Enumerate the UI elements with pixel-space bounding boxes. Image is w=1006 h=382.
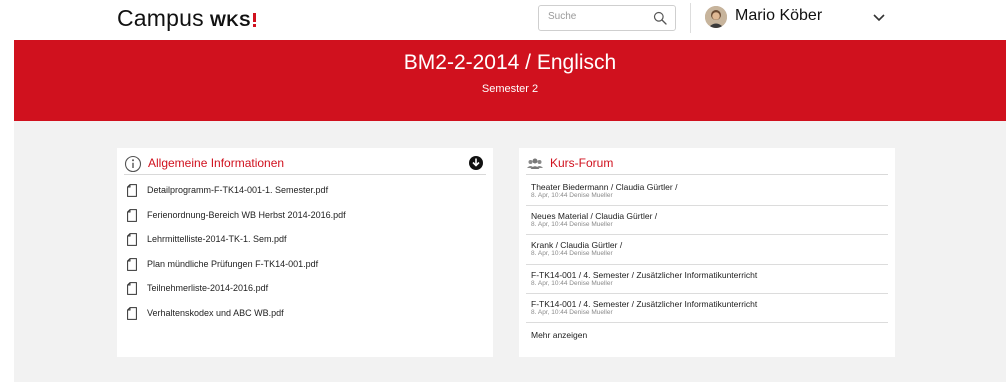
forum-post[interactable]: Krank / Claudia Gürtler / 8. Apr, 10:44 … — [526, 235, 888, 265]
file-item[interactable]: Detailprogramm-F-TK14-001-1. Semester.pd… — [127, 183, 483, 208]
file-name[interactable]: Verhaltenskodex und ABC WB.pdf — [147, 308, 284, 318]
post-meta: 8. Apr, 10:44 Denise Mueller — [531, 279, 613, 287]
users-icon — [527, 158, 543, 169]
info-card-title: Allgemeine Informationen — [148, 156, 285, 170]
file-name[interactable]: Plan mündliche Prüfungen F-TK14-001.pdf — [147, 259, 318, 269]
file-name[interactable]: Detailprogramm-F-TK14-001-1. Semester.pd… — [147, 185, 328, 195]
search-box[interactable] — [538, 5, 676, 31]
file-name[interactable]: Lehrmittelliste-2014-TK-1. Sem.pdf — [147, 234, 287, 244]
post-title[interactable]: Krank / Claudia Gürtler / — [531, 240, 622, 250]
file-icon — [127, 233, 137, 246]
post-title[interactable]: F-TK14-001 / 4. Semester / Zusätzlicher … — [531, 270, 757, 280]
file-item[interactable]: Verhaltenskodex und ABC WB.pdf — [127, 306, 483, 331]
avatar[interactable] — [705, 6, 727, 28]
file-name[interactable]: Teilnehmerliste-2014-2016.pdf — [147, 283, 268, 293]
show-more-link[interactable]: Mehr anzeigen — [531, 330, 587, 340]
post-meta: 8. Apr, 10:44 Denise Mueller — [531, 308, 613, 316]
avatar-image — [705, 6, 727, 28]
forum-post-list: Theater Biedermann / Claudia Gürtler / 8… — [526, 177, 888, 323]
forum-card-title: Kurs-Forum — [550, 156, 614, 170]
post-meta: 8. Apr, 10:44 Denise Mueller — [531, 192, 613, 199]
file-item[interactable]: Ferienordnung-Bereich WB Herbst 2014-201… — [127, 208, 483, 233]
chevron-down-icon[interactable] — [871, 12, 887, 24]
info-card-header: Allgemeine Informationen — [124, 155, 486, 175]
main-content: Allgemeine Informationen Detailprogramm-… — [14, 121, 1006, 382]
info-icon — [124, 155, 142, 173]
file-item[interactable]: Lehrmittelliste-2014-TK-1. Sem.pdf — [127, 232, 483, 257]
page-title: BM2-2-2014 / Englisch — [403, 51, 617, 74]
campus-logo[interactable]: Campus WKS — [117, 5, 257, 32]
page-subtitle: Semester 2 — [481, 83, 539, 95]
brand-dot-icon — [253, 13, 257, 27]
file-icon — [127, 282, 137, 295]
header-divider — [690, 3, 691, 33]
search-icon[interactable] — [653, 11, 667, 25]
forum-post[interactable]: Neues Material / Claudia Gürtler / 8. Ap… — [526, 206, 888, 236]
brand-mark: WKS — [209, 11, 252, 30]
search-input[interactable] — [548, 11, 648, 22]
top-bar: Campus WKS Mario Köber — [0, 0, 1006, 40]
forum-post[interactable]: Theater Biedermann / Claudia Gürtler / 8… — [526, 177, 888, 207]
file-icon — [127, 208, 137, 222]
brand-name: Campus — [117, 5, 204, 31]
download-icon[interactable] — [468, 155, 484, 171]
forum-post[interactable]: F-TK14-001 / 4. Semester / Zusätzlicher … — [526, 294, 888, 323]
file-item[interactable]: Teilnehmerliste-2014-2016.pdf — [127, 281, 483, 306]
post-title[interactable]: Theater Biedermann / Claudia Gürtler / — [531, 182, 677, 192]
file-name[interactable]: Ferienordnung-Bereich WB Herbst 2014-201… — [147, 210, 346, 220]
info-card: Allgemeine Informationen Detailprogramm-… — [117, 148, 493, 357]
file-icon — [127, 184, 137, 197]
file-list: Detailprogramm-F-TK14-001-1. Semester.pd… — [127, 183, 483, 330]
file-item[interactable]: Plan mündliche Prüfungen F-TK14-001.pdf — [127, 257, 483, 282]
forum-post[interactable]: F-TK14-001 / 4. Semester / Zusätzlicher … — [526, 265, 888, 294]
post-meta: 8. Apr, 10:44 Denise Mueller — [531, 221, 613, 229]
forum-card-header: Kurs-Forum — [526, 155, 888, 175]
forum-card: Kurs-Forum Theater Biedermann / Claudia … — [519, 148, 895, 357]
course-banner: BM2-2-2014 / Englisch Semester 2 — [14, 40, 1006, 121]
post-title[interactable]: F-TK14-001 / 4. Semester / Zusätzlicher … — [531, 299, 757, 309]
file-icon — [127, 306, 137, 320]
file-icon — [127, 257, 137, 271]
user-name[interactable]: Mario Köber — [735, 7, 822, 25]
post-meta: 8. Apr, 10:44 Denise Mueller — [531, 250, 613, 258]
post-title[interactable]: Neues Material / Claudia Gürtler / — [531, 211, 657, 221]
